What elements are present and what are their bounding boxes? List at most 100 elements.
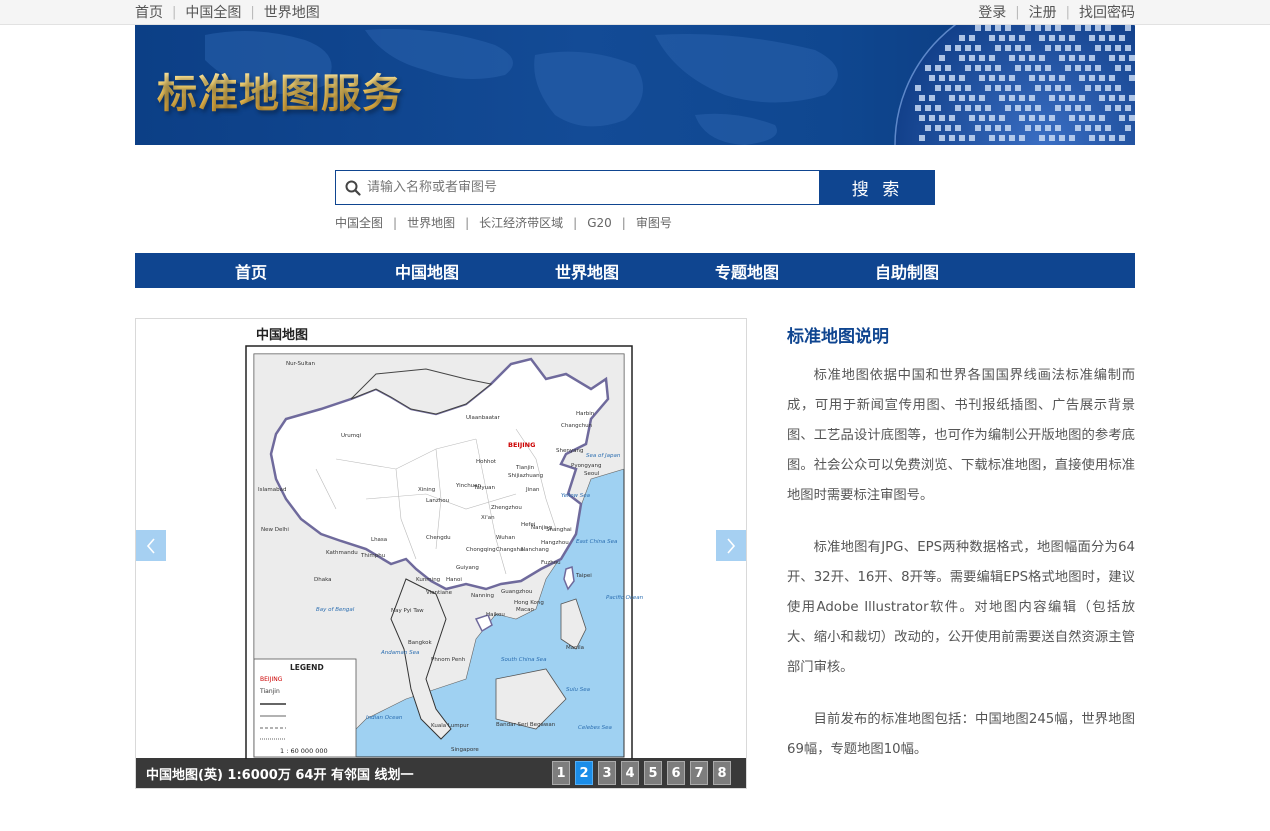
map-city-label: Haikou xyxy=(486,612,505,618)
separator: | xyxy=(622,216,626,230)
top-link-home[interactable]: 首页 xyxy=(135,2,163,22)
separator: | xyxy=(250,5,254,20)
map-water-label: Sea of Japan xyxy=(586,453,621,459)
map-city-label: Nanning xyxy=(471,593,494,599)
page-button-2[interactable]: 2 xyxy=(575,761,593,785)
map-city-label: Lhasa xyxy=(371,537,387,543)
map-city-label: Macao xyxy=(516,607,535,613)
legend-scale: 1 : 60 000 000 xyxy=(280,747,328,755)
banner: 标准地图服务 xyxy=(135,25,1135,145)
banner-title: 标准地图服务 xyxy=(157,61,403,119)
quick-link-china-map[interactable]: 中国全图 xyxy=(335,214,383,231)
search-box xyxy=(335,170,820,205)
separator: | xyxy=(172,5,176,20)
prev-slide-button[interactable] xyxy=(136,530,166,561)
next-slide-button[interactable] xyxy=(716,530,746,561)
login-link[interactable]: 登录 xyxy=(978,2,1006,22)
china-map-image[interactable]: 中国地图 xyxy=(136,319,746,759)
page-button-8[interactable]: 8 xyxy=(713,761,731,785)
page-button-6[interactable]: 6 xyxy=(667,761,685,785)
map-city-label: Pyongyang xyxy=(571,463,602,469)
map-city-label: Chengdu xyxy=(426,535,451,541)
map-city-label: Fuzhou xyxy=(541,560,561,566)
map-city-label: Manila xyxy=(566,645,584,651)
map-slider: 中国地图 xyxy=(135,318,747,789)
map-city-label: Nur-Sultan xyxy=(286,361,316,367)
register-link[interactable]: 注册 xyxy=(1029,2,1057,22)
map-city-label: Hong Kong xyxy=(514,600,544,606)
search-area: 搜 索 中国全图 | 世界地图 | 长江经济带区域 | G20 | 审图号 xyxy=(335,170,935,231)
map-city-label: Hanoi xyxy=(446,577,462,583)
map-city-label: Phnom Penh xyxy=(431,657,466,663)
map-city-label: Bangkok xyxy=(408,640,432,646)
map-water-label: Indian Ocean xyxy=(366,715,403,721)
quick-link-yangtze[interactable]: 长江经济带区域 xyxy=(479,214,563,231)
map-city-label: Guangzhou xyxy=(501,589,532,595)
separator: | xyxy=(1066,5,1070,20)
page-button-7[interactable]: 7 xyxy=(690,761,708,785)
nav-item-home[interactable]: 首页 xyxy=(235,259,395,283)
map-city-label: Wuhan xyxy=(496,535,516,541)
description-panel: 标准地图说明 标准地图依据中国和世界各国国界线画法标准编制而成，可用于新闻宣传用… xyxy=(787,318,1135,789)
map-water-label: Andaman Sea xyxy=(380,650,420,656)
map-city-label: Guiyang xyxy=(456,565,479,571)
description-paragraph-1: 标准地图依据中国和世界各国国界线画法标准编制而成，可用于新闻宣传用图、书刊报纸插… xyxy=(787,361,1135,511)
map-city-label: Bandar Seri Begawan xyxy=(496,722,556,728)
map-city-label: Tianjin xyxy=(515,465,535,471)
map-city-label: Thimphu xyxy=(360,553,385,559)
map-title: 中国地图 xyxy=(256,327,308,343)
map-city-label: Xi'an xyxy=(481,515,495,521)
separator: | xyxy=(1015,5,1019,20)
legend-capital: BEIJING xyxy=(260,676,283,683)
top-left-links: 首页 | 中国全图 | 世界地图 xyxy=(135,2,320,22)
map-water-label: South China Sea xyxy=(501,657,547,663)
map-city-label: Hohhot xyxy=(476,459,497,465)
map-city-label: Nanchang xyxy=(521,547,549,553)
map-water-label: East China Sea xyxy=(576,539,618,545)
search-button[interactable]: 搜 索 xyxy=(820,170,935,205)
description-title: 标准地图说明 xyxy=(787,322,1135,347)
map-city-label: Nay Pyi Taw xyxy=(391,608,424,614)
quick-link-review-number[interactable]: 审图号 xyxy=(636,214,672,231)
map-city-label: Shijiazhuang xyxy=(508,473,543,479)
top-link-world-map[interactable]: 世界地图 xyxy=(264,2,320,22)
map-city-label: Ulaanbaatar xyxy=(466,415,501,421)
separator: | xyxy=(393,216,397,230)
page-button-1[interactable]: 1 xyxy=(552,761,570,785)
quick-link-world-map[interactable]: 世界地图 xyxy=(407,214,455,231)
page-button-4[interactable]: 4 xyxy=(621,761,639,785)
map-city-label: Vientiane xyxy=(426,590,453,596)
nav-item-china-map[interactable]: 中国地图 xyxy=(395,259,555,283)
map-water-label: Sulu Sea xyxy=(566,687,591,693)
map-city-label: Kathmandu xyxy=(326,550,358,556)
map-legend: LEGEND BEIJING Tianjin 1 : 60 000 000 xyxy=(254,659,356,757)
recover-password-link[interactable]: 找回密码 xyxy=(1079,2,1135,22)
map-water-label: Bay of Bengal xyxy=(316,607,355,613)
quick-link-g20[interactable]: G20 xyxy=(587,216,612,230)
map-water-label: Pacific Ocean xyxy=(606,595,644,601)
map-city-label: Shanghai xyxy=(546,527,572,533)
map-water-label: Yellow Sea xyxy=(561,493,591,499)
description-paragraph-2: 标准地图有JPG、EPS两种数据格式，地图幅面分为64开、32开、16开、8开等… xyxy=(787,533,1135,683)
map-city-label: Xining xyxy=(418,487,435,493)
slide-pager: 12345678 xyxy=(547,761,731,785)
page-button-5[interactable]: 5 xyxy=(644,761,662,785)
map-city-label: Shenyang xyxy=(556,448,583,454)
map-city-label: Seoul xyxy=(584,471,600,477)
map-city-label: Chongqing xyxy=(466,547,496,553)
top-link-china-map[interactable]: 中国全图 xyxy=(185,2,241,22)
nav-item-thematic-map[interactable]: 专题地图 xyxy=(715,259,875,283)
search-input[interactable] xyxy=(367,180,807,195)
nav-item-self-service[interactable]: 自助制图 xyxy=(875,259,1035,283)
map-city-label: Islamabad xyxy=(258,487,286,493)
legend-title: LEGEND xyxy=(290,663,324,672)
quick-links: 中国全图 | 世界地图 | 长江经济带区域 | G20 | 审图号 xyxy=(335,214,935,231)
map-city-label: Hangzhou xyxy=(541,540,569,546)
description-paragraph-3: 目前发布的标准地图包括：中国地图245幅，世界地图69幅，专题地图10幅。 xyxy=(787,705,1135,765)
map-city-label: Harbin xyxy=(576,411,595,417)
chevron-right-icon xyxy=(725,537,737,555)
slide-caption[interactable]: 中国地图(英) 1:6000万 64开 有邻国 线划一 xyxy=(146,764,414,783)
map-city-label: Changchun xyxy=(561,423,593,429)
page-button-3[interactable]: 3 xyxy=(598,761,616,785)
nav-item-world-map[interactable]: 世界地图 xyxy=(555,259,715,283)
